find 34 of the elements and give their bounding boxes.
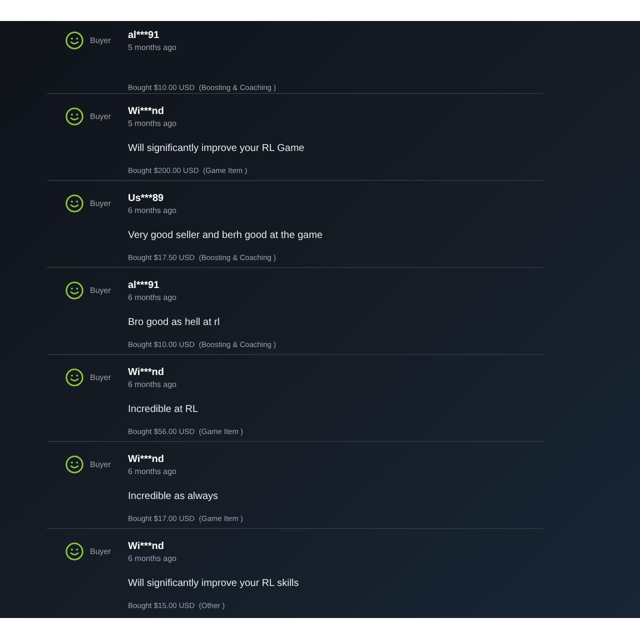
smiley-icon xyxy=(65,368,84,387)
review-text: Will significantly improve your RL Game xyxy=(128,142,304,155)
username: Us***89 xyxy=(128,192,165,205)
smiley-icon xyxy=(65,107,84,126)
role-label: Buyer xyxy=(90,459,111,471)
review-time: 6 months ago xyxy=(128,205,178,216)
review-text: Incredible at RL xyxy=(128,403,200,416)
review-time: 5 months ago xyxy=(128,118,178,129)
username: Wi***nd xyxy=(128,540,166,553)
review-text: Very good seller and berh good at the game xyxy=(128,229,323,242)
smiley-icon xyxy=(65,194,84,213)
smiley-icon xyxy=(65,281,84,300)
smiley-icon xyxy=(65,542,84,561)
review-time: 6 months ago xyxy=(128,292,178,303)
username: al***91 xyxy=(128,279,160,292)
role-label: Buyer xyxy=(90,35,111,47)
review-time: 6 months ago xyxy=(128,553,178,564)
review-time: 6 months ago xyxy=(128,466,178,477)
smiley-icon xyxy=(65,455,84,474)
role-label: Buyer xyxy=(90,372,111,384)
review-time: 5 months ago xyxy=(128,42,178,53)
role-label: Buyer xyxy=(90,198,111,210)
review-time: 6 months ago xyxy=(128,379,178,390)
username: Wi***nd xyxy=(128,366,166,379)
review-text: Bro good as hell at rl xyxy=(128,316,221,329)
review-text: Incredible as always xyxy=(128,490,220,503)
username: Wi***nd xyxy=(128,105,166,118)
role-label: Buyer xyxy=(90,546,111,558)
review-text: Will significantly improve your RL skills xyxy=(128,577,299,590)
role-label: Buyer xyxy=(90,111,111,123)
username: Wi***nd xyxy=(128,453,166,466)
smiley-icon xyxy=(65,31,84,50)
role-label: Buyer xyxy=(90,285,111,297)
username: al***91 xyxy=(128,29,160,42)
